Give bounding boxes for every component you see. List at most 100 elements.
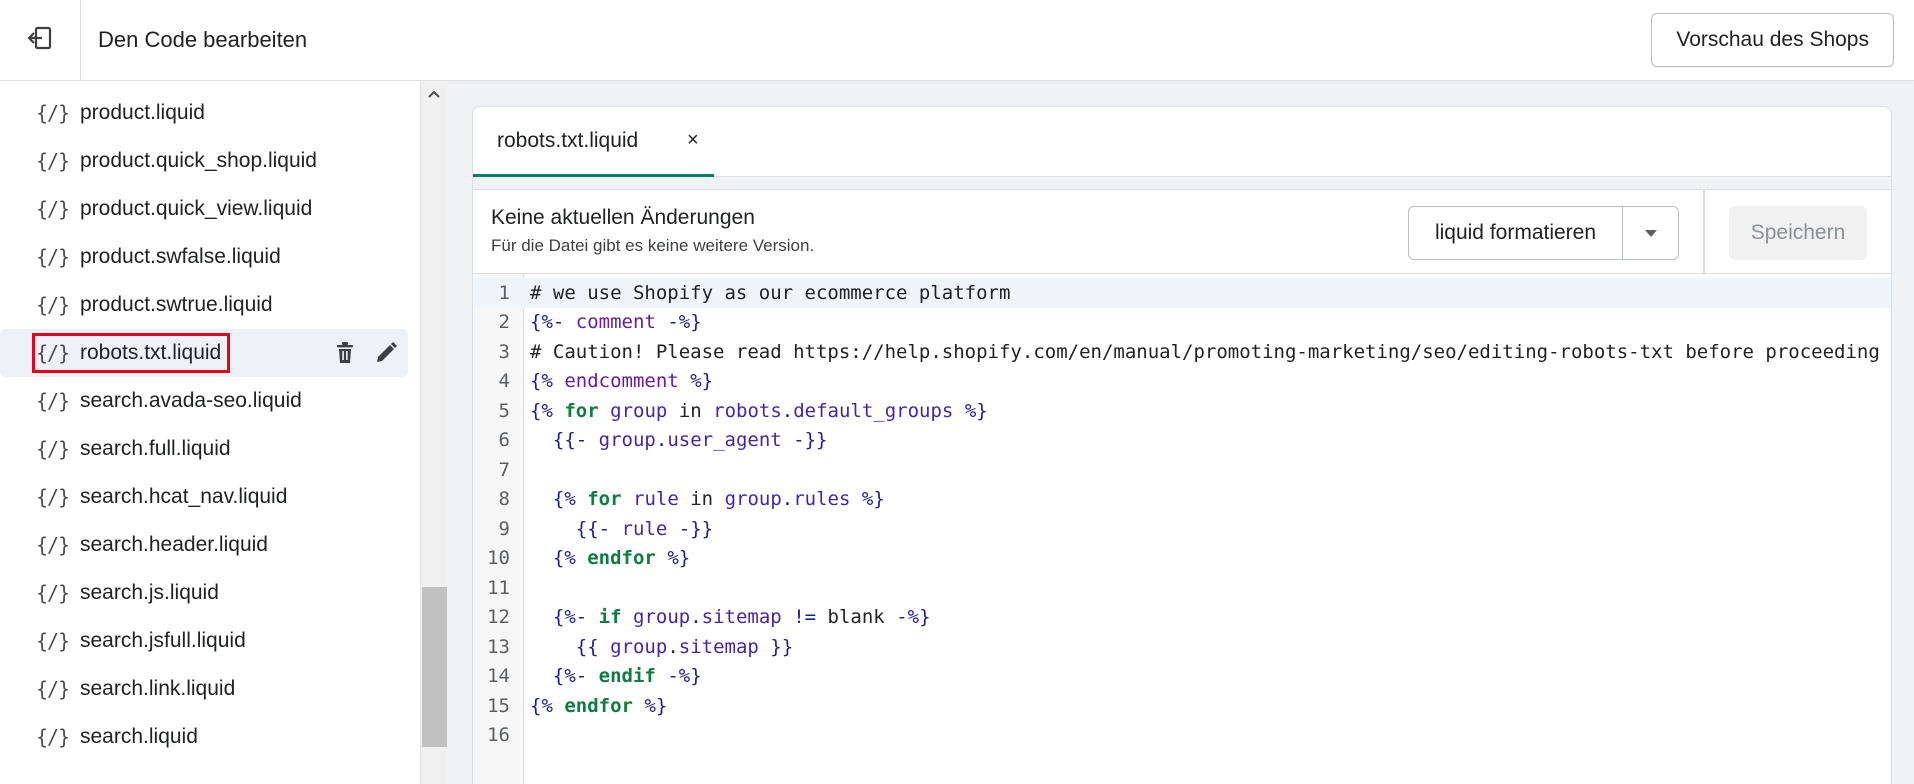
file-name: product.swfalse.liquid	[80, 245, 281, 268]
file-item[interactable]: {/} product.quick_view.liquid	[0, 185, 420, 233]
exit-editor-button[interactable]	[0, 0, 81, 80]
page-title: Den Code bearbeiten	[98, 27, 308, 52]
top-bar: Den Code bearbeiten Vorschau des Shops	[0, 0, 1914, 81]
file-item[interactable]: {/} search.full.liquid	[0, 425, 420, 473]
line-number: 2	[498, 311, 510, 334]
scroll-up-button[interactable]	[421, 81, 447, 107]
code-text: {% endfor %}	[530, 694, 668, 717]
file-item[interactable]: {/} product.liquid	[0, 89, 420, 137]
format-liquid-button[interactable]: liquid formatieren	[1409, 207, 1623, 259]
file-item[interactable]: {/} search.jsfull.liquid	[0, 617, 420, 665]
code-line[interactable]: 8 {% for rule in group.rules %}	[473, 485, 1891, 515]
code-text: {% endfor %}	[552, 547, 691, 570]
code-text: # Caution! Please read https://help.shop…	[530, 340, 1880, 363]
line-number: 3	[498, 340, 510, 363]
code-line[interactable]: 11	[473, 573, 1891, 603]
status-title: Keine aktuellen Änderungen	[491, 206, 755, 229]
format-dropdown-button[interactable]	[1623, 207, 1678, 259]
code-text: {% for rule in group.rules %}	[552, 488, 885, 511]
line-number: 8	[498, 488, 510, 511]
file-item[interactable]: {/} search.avada-seo.liquid	[0, 377, 420, 425]
liquid-file-icon: {/}	[36, 485, 70, 509]
file-name: search.hcat_nav.liquid	[80, 485, 288, 508]
code-line[interactable]: 9 {{- rule -}}	[473, 514, 1891, 544]
line-number: 14	[487, 665, 510, 688]
file-item[interactable]: {/} product.quick_shop.liquid	[0, 137, 420, 185]
code-text: {%- endif -%}	[552, 665, 702, 688]
code-text: {% endcomment %}	[530, 370, 714, 393]
liquid-file-icon: {/}	[36, 629, 70, 653]
sidebar-scrollbar[interactable]	[420, 81, 447, 784]
scrollbar-thumb[interactable]	[422, 587, 447, 747]
liquid-file-icon: {/}	[36, 437, 70, 461]
code-line[interactable]: 2 {%- comment -%}	[473, 308, 1891, 338]
tab-spacer	[473, 177, 1891, 189]
pencil-icon[interactable]	[374, 341, 398, 365]
line-number: 1	[498, 281, 510, 304]
file-item[interactable]: {/} search.liquid	[0, 713, 420, 761]
file-name: robots.txt.liquid	[80, 341, 222, 364]
line-number: 13	[487, 635, 510, 658]
format-button-group: liquid formatieren	[1408, 206, 1679, 260]
code-line[interactable]: 12 {%- if group.sitemap != blank -%}	[473, 603, 1891, 633]
code-editor[interactable]: 1 # we use Shopify as our ecommerce platf…	[473, 274, 1891, 784]
file-name: search.avada-seo.liquid	[80, 389, 302, 412]
file-name: product.swtrue.liquid	[80, 293, 273, 316]
liquid-file-icon: {/}	[36, 245, 70, 269]
file-name: search.liquid	[80, 725, 198, 748]
save-button[interactable]: Speichern	[1729, 206, 1867, 260]
code-text: {{- group.user_agent -}}	[552, 429, 828, 452]
file-item[interactable]: {/} product.swfalse.liquid	[0, 233, 420, 281]
close-tab-icon[interactable]: ×	[687, 129, 699, 152]
divider	[1703, 190, 1705, 275]
liquid-file-icon: {/}	[36, 197, 70, 221]
code-text: {%- comment -%}	[530, 311, 702, 334]
code-text: {%- if group.sitemap != blank -%}	[552, 606, 931, 629]
code-line[interactable]: 4 {% endcomment %}	[473, 367, 1891, 397]
line-number: 6	[498, 429, 510, 452]
liquid-file-icon: {/}	[36, 149, 70, 173]
file-item[interactable]: {/} search.link.liquid	[0, 665, 420, 713]
tab-robots-txt[interactable]: robots.txt.liquid	[473, 107, 714, 177]
code-text: {{- rule -}}	[575, 517, 714, 540]
code-line[interactable]: 16	[473, 721, 1891, 751]
file-name: product.liquid	[80, 101, 205, 124]
file-item[interactable]: {/}product.lbjs.liquid	[0, 81, 420, 89]
line-number: 9	[498, 517, 510, 540]
preview-store-button[interactable]: Vorschau des Shops	[1651, 13, 1894, 67]
file-name: search.js.liquid	[80, 581, 219, 604]
code-text: {% for group in robots.default_groups %}	[530, 399, 988, 422]
liquid-file-icon: {/}	[36, 341, 70, 365]
file-item[interactable]: {/} search.hcat_nav.liquid	[0, 473, 420, 521]
file-list: {/}product.lbjs.liquid{/}product.liquid{…	[0, 81, 420, 761]
liquid-file-icon: {/}	[36, 101, 70, 125]
code-text: # we use Shopify as our ecommerce platfo…	[530, 281, 1011, 304]
exit-editor-icon	[27, 25, 53, 56]
line-number: 7	[498, 458, 510, 481]
file-item[interactable]: {/} search.js.liquid	[0, 569, 420, 617]
liquid-file-icon: {/}	[36, 725, 70, 749]
file-item[interactable]: {/} product.swtrue.liquid	[0, 281, 420, 329]
code-line[interactable]: 7	[473, 455, 1891, 485]
code-line[interactable]: 6 {{- group.user_agent -}}	[473, 426, 1891, 456]
file-item[interactable]: {/} search.header.liquid	[0, 521, 420, 569]
status-subtitle: Für die Datei gibt es keine weitere Vers…	[491, 236, 815, 255]
code-line[interactable]: 10 {% endfor %}	[473, 544, 1891, 574]
caret-down-icon	[1644, 230, 1657, 237]
code-line[interactable]: 14 {%- endif -%}	[473, 662, 1891, 692]
tab-label: robots.txt.liquid	[497, 128, 639, 152]
code-text: {{ group.sitemap }}	[575, 635, 794, 658]
code-line[interactable]: 1 # we use Shopify as our ecommerce platf…	[473, 278, 1891, 308]
code-line[interactable]: 3 # Caution! Please read https://help.sho…	[473, 337, 1891, 367]
file-name: search.header.liquid	[80, 533, 268, 556]
file-name: product.quick_shop.liquid	[80, 149, 317, 172]
file-name: search.link.liquid	[80, 677, 236, 700]
file-item-active[interactable]: {/} robots.txt.liquid	[0, 329, 408, 377]
trash-icon[interactable]	[334, 341, 356, 365]
code-line[interactable]: 5 {% for group in robots.default_groups %…	[473, 396, 1891, 426]
file-name: search.jsfull.liquid	[80, 629, 246, 652]
line-number: 10	[487, 547, 510, 570]
line-number: 5	[498, 399, 510, 422]
code-line[interactable]: 13 {{ group.sitemap }}	[473, 632, 1891, 662]
code-line[interactable]: 15 {% endfor %}	[473, 691, 1891, 721]
